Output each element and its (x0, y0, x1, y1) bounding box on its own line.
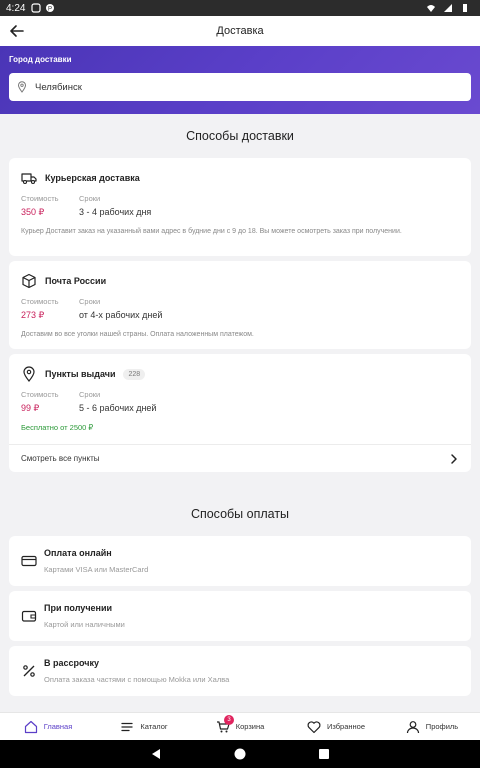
city-select-field[interactable]: Челябинск (9, 73, 471, 101)
system-back-icon[interactable] (149, 747, 163, 761)
view-all-label: Смотреть все пункты (21, 454, 100, 463)
heart-icon (307, 720, 321, 733)
payment-card-on-delivery[interactable]: При получении Картой или наличными (9, 591, 471, 641)
cart-count-badge: 3 (224, 715, 234, 725)
payment-method-subtitle: Картой или наличными (44, 620, 125, 629)
truck-icon (21, 173, 37, 185)
delivery-method-name: Курьерская доставка (45, 173, 140, 183)
location-pin-icon (23, 366, 35, 382)
app-notification-icon: P (46, 4, 55, 13)
payment-method-name: Оплата онлайн (44, 548, 112, 558)
term-label: Сроки (79, 390, 101, 399)
wifi-icon (427, 5, 435, 12)
view-all-pickup-points-link[interactable]: Смотреть все пункты (9, 444, 471, 472)
delivery-term: 5 - 6 рабочих дней (79, 403, 157, 413)
delivery-description: Доставим во все уголки нашей страны. Опл… (21, 331, 254, 338)
delivery-term: от 4-х рабочих дней (79, 310, 163, 320)
nav-item-profile[interactable]: Профиль (384, 713, 480, 740)
price-label: Стоимость (21, 194, 59, 203)
person-icon (406, 720, 419, 733)
term-label: Сроки (79, 194, 101, 203)
payment-card-installments[interactable]: В рассрочку Оплата заказа частями с помо… (9, 646, 471, 696)
delivery-price: 273 ₽ (21, 310, 45, 320)
notification-icon (31, 3, 42, 13)
chevron-right-icon (451, 454, 457, 464)
home-icon (24, 720, 37, 733)
free-delivery-note: Бесплатно от 2500 ₽ (21, 423, 94, 432)
nav-label: Профиль (425, 722, 459, 731)
bottom-navigation: Главная Каталог 3 Корзина Избранное Проф… (0, 712, 480, 740)
payment-section: Способы оплаты Оплата онлайн Картами VIS… (0, 491, 480, 741)
payment-section-title: Способы оплаты (190, 507, 290, 521)
delivery-section-title: Способы доставки (186, 129, 294, 143)
app-bar: Доставка (0, 16, 480, 46)
nav-item-cart[interactable]: 3 Корзина (192, 713, 288, 740)
location-pin-icon (17, 81, 27, 93)
system-recents-icon[interactable] (317, 747, 331, 761)
status-bar: 4:24 P (0, 0, 480, 16)
delivery-description: Курьер Доставит заказ на указанный вами … (21, 228, 402, 235)
term-label: Сроки (79, 297, 101, 306)
page-title: Доставка (216, 25, 264, 37)
delivery-card-post[interactable]: Почта России Стоимость Сроки 273 ₽ от 4-… (9, 261, 471, 349)
delivery-method-name: Почта России (45, 276, 107, 286)
delivery-price: 99 ₽ (21, 403, 40, 413)
nav-item-favorites[interactable]: Избранное (288, 713, 384, 740)
nav-item-home[interactable]: Главная (0, 713, 96, 740)
wallet-icon (21, 610, 37, 622)
price-label: Стоимость (21, 297, 59, 306)
percent-icon (23, 665, 35, 677)
status-time: 4:24 (6, 2, 26, 14)
price-label: Стоимость (21, 390, 59, 399)
payment-method-subtitle: Картами VISA или MasterCard (44, 565, 149, 574)
delivery-price: 350 ₽ (21, 207, 45, 217)
back-arrow-icon[interactable] (8, 22, 26, 40)
svg-text:P: P (48, 7, 52, 13)
nav-label: Избранное (326, 722, 365, 731)
pickup-count-badge: 228 (123, 368, 146, 380)
city-block: Город доставки Челябинск (0, 46, 480, 114)
nav-label: Главная (43, 722, 73, 731)
nav-label: Каталог (140, 722, 168, 731)
system-navigation-bar (0, 740, 480, 768)
payment-method-name: При получении (44, 603, 113, 613)
battery-icon (463, 4, 467, 12)
delivery-card-pickup[interactable]: Пункты выдачи 228 Стоимость Сроки 99 ₽ 5… (9, 354, 471, 472)
delivery-term: 3 - 4 рабочих дня (79, 207, 152, 217)
signal-icon (444, 4, 452, 12)
payment-card-online[interactable]: Оплата онлайн Картами VISA или MasterCar… (9, 536, 471, 586)
nav-item-catalog[interactable]: Каталог (96, 713, 192, 740)
credit-card-icon (21, 555, 37, 567)
city-value: Челябинск (35, 81, 82, 93)
payment-method-name: В рассрочку (44, 658, 100, 668)
package-box-icon (22, 273, 36, 289)
catalog-icon (121, 722, 134, 731)
delivery-method-name: Пункты выдачи (45, 369, 116, 379)
city-label: Город доставки (9, 55, 72, 64)
payment-method-subtitle: Оплата заказа частями с помощью Mokka ил… (44, 675, 230, 684)
nav-label: Корзина (235, 722, 265, 731)
delivery-card-courier[interactable]: Курьерская доставка Стоимость Сроки 350 … (9, 158, 471, 256)
system-home-icon[interactable] (233, 747, 247, 761)
